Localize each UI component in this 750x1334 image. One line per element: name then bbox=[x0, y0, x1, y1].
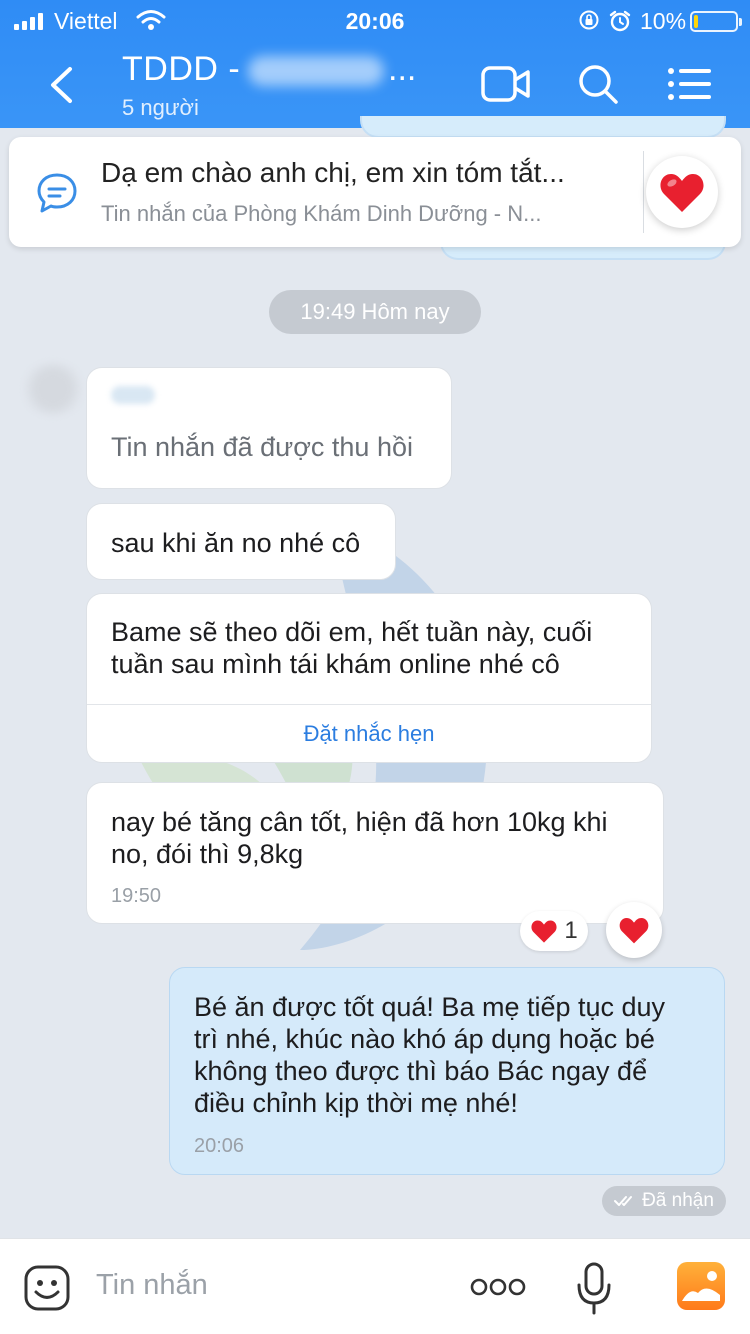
message-timestamp: 20:06 bbox=[194, 1135, 245, 1157]
heart-icon bbox=[531, 920, 557, 943]
redacted-name bbox=[248, 56, 384, 86]
message-timestamp: 19:50 bbox=[111, 885, 162, 907]
microphone-icon bbox=[577, 1262, 611, 1315]
message-input[interactable]: Tin nhắn bbox=[96, 1269, 208, 1302]
time-divider: 19:49 Hôm nay bbox=[269, 290, 481, 334]
conversation-title[interactable]: TDDD - bbox=[122, 50, 240, 89]
rotation-lock-icon bbox=[578, 9, 600, 36]
message-text-line: Bé ăn được tốt quá! Ba mẹ tiếp tục duy bbox=[194, 992, 666, 1022]
heart-icon bbox=[619, 918, 649, 944]
video-call-button[interactable] bbox=[480, 62, 532, 106]
delivery-status-text: Đã nhận bbox=[642, 1190, 714, 1211]
reaction-count: 1 bbox=[564, 917, 578, 944]
search-button[interactable] bbox=[572, 62, 624, 106]
heart-icon bbox=[660, 174, 704, 212]
battery-percent: 10% bbox=[640, 8, 687, 34]
more-dots-icon bbox=[470, 1278, 526, 1296]
title-ellipsis: ... bbox=[388, 50, 417, 88]
image-button[interactable] bbox=[674, 1259, 728, 1313]
divider bbox=[643, 151, 644, 233]
chevron-left-icon bbox=[51, 67, 72, 103]
member-count[interactable]: 5 người bbox=[122, 95, 199, 121]
pinned-react-button[interactable] bbox=[646, 156, 718, 228]
pinned-message-text: Dạ em chào anh chị, em xin tóm tắt... bbox=[101, 157, 565, 188]
menu-button[interactable] bbox=[664, 62, 716, 106]
avatar[interactable] bbox=[20, 362, 86, 416]
message-bubble-with-reminder[interactable]: Bame sẽ theo dõi em, hết tuần này, cuối … bbox=[86, 593, 652, 763]
video-call-icon bbox=[481, 66, 530, 102]
message-text-line: nay bé tăng cân tốt, hiện đã hơn 10kg kh… bbox=[111, 807, 608, 837]
sender-name-redacted bbox=[111, 386, 155, 404]
message-text-line: Bame sẽ theo dõi em, hết tuần này, cuối bbox=[111, 617, 593, 647]
message-text-line: tuần sau mình tái khám online nhé cô bbox=[111, 649, 560, 679]
set-reminder-link[interactable]: Đặt nhắc hẹn bbox=[87, 704, 651, 764]
back-button[interactable] bbox=[36, 60, 86, 110]
message-text-line: trì nhé, khúc nào khó áp dụng hoặc bé bbox=[194, 1024, 655, 1054]
image-icon bbox=[677, 1262, 725, 1310]
message-text-line: không theo được thì báo Bác ngay để bbox=[194, 1056, 648, 1086]
more-button[interactable] bbox=[468, 1269, 528, 1305]
message-text-line: no, đói thì 9,8kg bbox=[111, 839, 304, 869]
message-text: sau khi ăn no nhé cô bbox=[111, 528, 361, 558]
emoji-button[interactable] bbox=[20, 1261, 74, 1315]
clock: 20:06 bbox=[345, 8, 405, 34]
voice-button[interactable] bbox=[570, 1259, 618, 1319]
pinned-message-source: Tin nhắn của Phòng Khám Dinh Dưỡng - N..… bbox=[101, 201, 542, 226]
chat-bubble-icon bbox=[35, 171, 79, 220]
search-icon bbox=[579, 65, 618, 104]
react-button[interactable] bbox=[606, 902, 662, 958]
emoji-icon bbox=[24, 1265, 70, 1311]
previous-message-fragment bbox=[360, 116, 726, 138]
delivery-status-badge: Đã nhận bbox=[602, 1186, 726, 1216]
pinned-message-card[interactable]: Dạ em chào anh chị, em xin tóm tắt... Ti… bbox=[9, 137, 741, 247]
header-bar: Viettel 20:06 10% TDDD - ... 5 người bbox=[0, 0, 750, 128]
message-input-bar: Tin nhắn bbox=[0, 1238, 750, 1334]
recalled-message-bubble[interactable]: Tin nhắn đã được thu hồi bbox=[86, 367, 452, 489]
message-text-line: điều chỉnh kịp thời mẹ nhé! bbox=[194, 1088, 518, 1118]
sent-message-bubble[interactable]: Bé ăn được tốt quá! Ba mẹ tiếp tục duy t… bbox=[169, 967, 725, 1175]
battery-icon bbox=[690, 11, 742, 32]
double-check-icon bbox=[614, 1196, 633, 1206]
message-bubble[interactable]: nay bé tăng cân tốt, hiện đã hơn 10kg kh… bbox=[86, 782, 664, 924]
alarm-icon bbox=[608, 9, 632, 38]
message-bubble[interactable]: sau khi ăn no nhé cô bbox=[86, 503, 396, 580]
recalled-message-text: Tin nhắn đã được thu hồi bbox=[111, 432, 413, 462]
reaction-summary[interactable]: 1 bbox=[520, 911, 588, 951]
list-menu-icon bbox=[668, 68, 711, 100]
status-bar: Viettel 20:06 10% bbox=[0, 0, 750, 40]
